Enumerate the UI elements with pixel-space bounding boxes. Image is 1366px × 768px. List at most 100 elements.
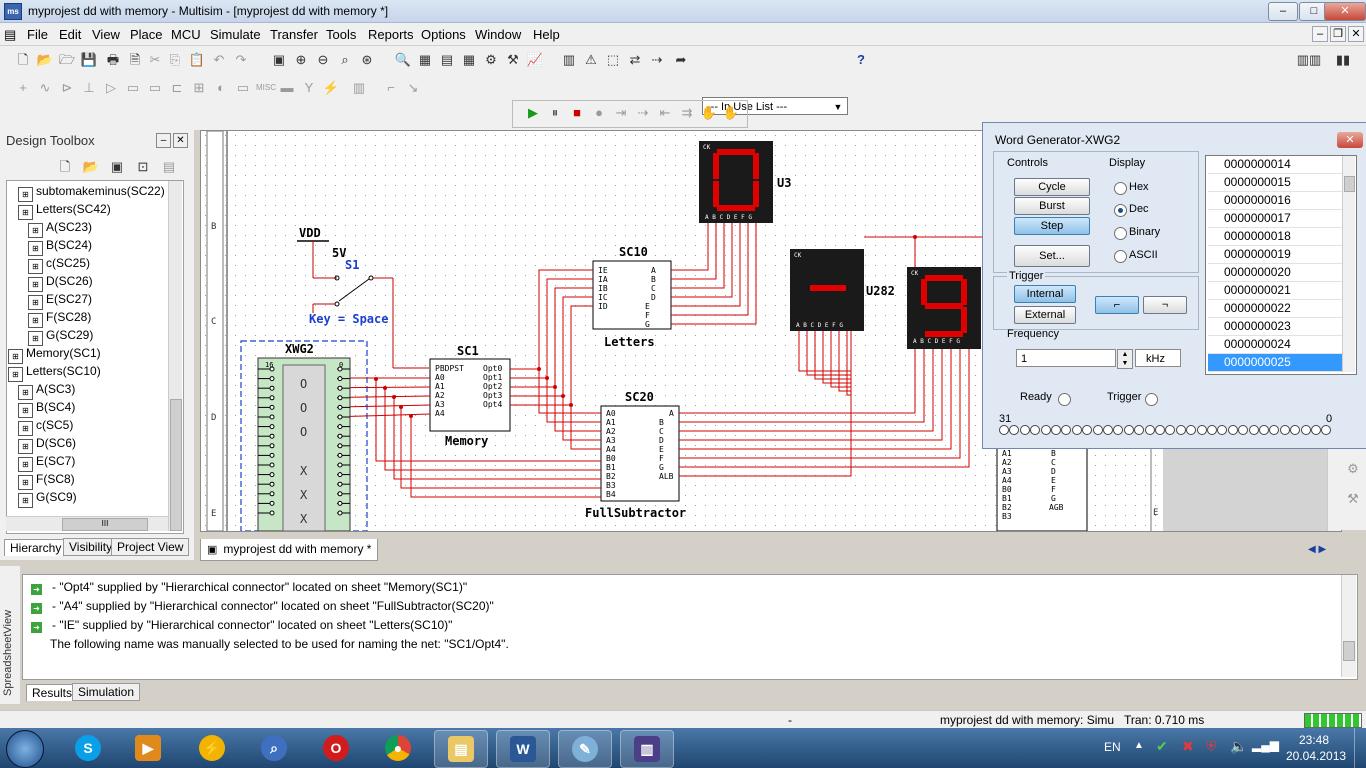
tab-document[interactable]: ▣ myprojest dd with memory * bbox=[200, 539, 379, 561]
word-list-item[interactable]: 0000000020 bbox=[1208, 264, 1350, 282]
word-list-item[interactable]: 0000000025 bbox=[1208, 354, 1350, 372]
tree-hscrollbar[interactable]: III bbox=[6, 516, 168, 531]
word-list-item[interactable]: 0000000015 bbox=[1208, 174, 1350, 192]
tray-security-icon[interactable]: ⛨ bbox=[1206, 738, 1217, 755]
tray-volume-icon[interactable]: 🔈 bbox=[1230, 738, 1247, 755]
spreadsheet-icon[interactable]: ▤ bbox=[438, 51, 456, 69]
zoom-out-icon[interactable]: ⊖ bbox=[314, 51, 332, 69]
toolbox-pin-button[interactable]: – bbox=[156, 133, 171, 148]
results-scrollbar[interactable] bbox=[1341, 575, 1356, 677]
bit-indicator[interactable] bbox=[1175, 425, 1186, 435]
set-button[interactable]: Set... bbox=[1014, 245, 1090, 267]
bit-indicator[interactable] bbox=[1113, 425, 1124, 435]
zoom-fit-icon[interactable]: ⊛ bbox=[358, 51, 376, 69]
tree-node[interactable]: ⊞ E(SC27) bbox=[28, 292, 92, 310]
toolbox-close-button[interactable]: ✕ bbox=[173, 133, 188, 148]
fullscreen-icon[interactable]: ▣ bbox=[270, 51, 288, 69]
database-icon[interactable]: ⚙ bbox=[482, 51, 500, 69]
mdi-minimize-button[interactable]: – bbox=[1312, 26, 1328, 42]
word-list-item[interactable]: 0000000023 bbox=[1208, 318, 1350, 336]
menu-window[interactable]: Window bbox=[475, 27, 521, 42]
side-tool-icon[interactable]: ⚙ bbox=[1344, 460, 1362, 478]
tree-node[interactable]: ⊞ Memory(SC1) bbox=[8, 346, 101, 364]
place-cmos-icon[interactable]: ▭ bbox=[146, 79, 164, 97]
word-list-scrollbar[interactable] bbox=[1342, 156, 1355, 372]
bit-indicator[interactable] bbox=[1259, 425, 1269, 435]
taskbar-app[interactable]: ⚡ bbox=[186, 730, 238, 766]
menu-edit[interactable]: Edit bbox=[59, 27, 81, 42]
zoom-area-icon[interactable]: ⌕ bbox=[336, 51, 354, 69]
display-digit-9[interactable]: CK A B C D E F G bbox=[907, 267, 981, 349]
step-over-icon[interactable]: ⇢ bbox=[634, 104, 652, 122]
place-rf-icon[interactable]: Y bbox=[300, 79, 318, 97]
tree-node[interactable]: ⊞ G(SC29) bbox=[28, 328, 93, 346]
menu-simulate[interactable]: Simulate bbox=[210, 27, 261, 42]
bit-indicator[interactable] bbox=[1217, 425, 1228, 435]
bit-indicator[interactable] bbox=[1155, 425, 1165, 435]
falling-edge-button[interactable]: ¬ bbox=[1143, 296, 1187, 314]
backannotate-icon[interactable]: ⇄ bbox=[626, 51, 644, 69]
place-mixed-icon[interactable]: ⊞ bbox=[190, 79, 208, 97]
tree-node[interactable]: ⊞ Letters(SC10) bbox=[8, 364, 101, 382]
component-wizard-icon[interactable]: ⚒ bbox=[504, 51, 522, 69]
place-misc-icon[interactable]: MISC bbox=[256, 79, 276, 97]
tab-project-view[interactable]: Project View bbox=[111, 538, 190, 556]
bit-indicator[interactable] bbox=[1290, 425, 1301, 435]
design-toolbox-icon[interactable]: ▦ bbox=[416, 51, 434, 69]
menu-file[interactable]: File bbox=[27, 27, 48, 42]
paste-icon[interactable]: 📋 bbox=[188, 51, 206, 69]
run-icon[interactable]: ▶ bbox=[524, 104, 542, 122]
frequency-unit-select[interactable]: kHz bbox=[1135, 349, 1181, 367]
start-button[interactable] bbox=[6, 730, 44, 768]
toggle-breakpoint-icon[interactable]: ✋ bbox=[700, 104, 718, 122]
tab-visibility[interactable]: Visibility bbox=[63, 538, 119, 556]
bit-indicator[interactable] bbox=[1248, 425, 1259, 435]
tab-hierarchy[interactable]: Hierarchy bbox=[4, 539, 68, 556]
clock-date[interactable]: 20.04.2013 bbox=[1286, 749, 1346, 763]
frequency-spinner[interactable]: ▲ ▼ bbox=[1117, 349, 1133, 369]
bit-indicator[interactable] bbox=[999, 425, 1009, 435]
tray-signal-icon[interactable]: ▂▄▆ bbox=[1252, 738, 1279, 752]
bit-indicator[interactable] bbox=[1144, 425, 1155, 435]
taskbar-media[interactable]: ▶ bbox=[122, 730, 174, 766]
bit-indicator[interactable] bbox=[1092, 425, 1103, 435]
run-to-cursor-icon[interactable]: ⇉ bbox=[678, 104, 696, 122]
place-mcu-icon[interactable]: ▥ bbox=[350, 79, 368, 97]
word-list-item[interactable]: 0000000019 bbox=[1208, 246, 1350, 264]
bit-indicator[interactable] bbox=[1082, 425, 1093, 435]
bit-indicator[interactable] bbox=[1300, 425, 1311, 435]
taskbar-skype[interactable]: S bbox=[62, 730, 114, 766]
bit-indicator[interactable] bbox=[1061, 425, 1072, 435]
step-out-icon[interactable]: ⇤ bbox=[656, 104, 674, 122]
help-icon[interactable]: ? bbox=[852, 51, 870, 69]
bit-indicator[interactable] bbox=[1238, 425, 1249, 435]
stop-icon[interactable]: ■ bbox=[568, 104, 586, 122]
close-button[interactable]: ✕ bbox=[1324, 2, 1366, 21]
place-misc-digital-icon[interactable]: ⊏ bbox=[168, 79, 186, 97]
internal-trigger-button[interactable]: Internal bbox=[1014, 285, 1076, 303]
bit-indicator[interactable] bbox=[1279, 425, 1290, 435]
place-electromech-icon[interactable]: ⚡ bbox=[322, 79, 340, 97]
place-transistor-icon[interactable]: ⊥ bbox=[80, 79, 98, 97]
breadboard-icon[interactable]: ▮▮ bbox=[1330, 51, 1356, 69]
place-indicator-icon[interactable]: ◐ bbox=[212, 79, 230, 97]
forward-annotate-icon[interactable]: ⇢ bbox=[648, 51, 666, 69]
display-hex-radio[interactable] bbox=[1114, 182, 1127, 195]
display-ascii-radio[interactable] bbox=[1114, 250, 1127, 263]
print-icon[interactable]: 🖶 bbox=[104, 51, 122, 69]
tree-node[interactable]: ⊞ B(SC24) bbox=[28, 238, 92, 256]
tree-node[interactable]: ⊞ A(SC23) bbox=[28, 220, 92, 238]
pause-icon[interactable]: ⏸ bbox=[546, 104, 564, 122]
bit-indicator[interactable] bbox=[1186, 425, 1197, 435]
taskbar-paint[interactable]: ✎ bbox=[558, 730, 612, 768]
cut-icon[interactable]: ✂ bbox=[146, 51, 164, 69]
menu-reports[interactable]: Reports bbox=[368, 27, 414, 42]
open-sheet-icon[interactable]: 📂 bbox=[82, 158, 100, 176]
tray-alert-icon[interactable]: ✖ bbox=[1182, 738, 1194, 755]
minimize-button[interactable]: – bbox=[1268, 2, 1298, 21]
menu-tools[interactable]: Tools bbox=[326, 27, 356, 42]
grid-icon[interactable]: ▦ bbox=[460, 51, 478, 69]
place-power-icon[interactable]: ▭ bbox=[234, 79, 252, 97]
rising-edge-button[interactable]: ⌐ bbox=[1095, 296, 1139, 314]
mdi-restore-button[interactable]: ❐ bbox=[1330, 26, 1346, 42]
